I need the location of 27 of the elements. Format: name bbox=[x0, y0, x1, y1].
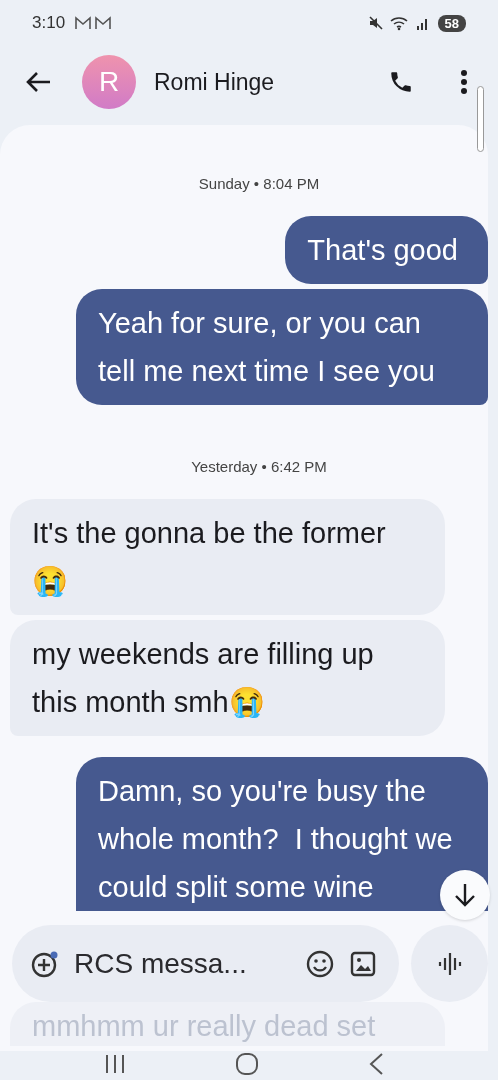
message-composer[interactable]: RCS messa... bbox=[12, 925, 399, 1002]
contact-name: Romi Hinge bbox=[154, 68, 275, 96]
image-icon[interactable] bbox=[349, 949, 377, 978]
sent-message[interactable]: Yeah for sure, or you can tell me next time I see you bbox=[76, 289, 488, 405]
sent-message[interactable]: Damn, so you're busy the whole month? I thought we could split some wine bbox=[76, 757, 488, 911]
signal-icon bbox=[415, 16, 430, 30]
mute-icon bbox=[367, 15, 384, 31]
emoji-icon[interactable] bbox=[305, 948, 335, 979]
wifi-icon bbox=[389, 15, 410, 31]
phone-icon[interactable] bbox=[388, 69, 414, 95]
received-message[interactable]: my weekends are filling up this month smh😭 bbox=[10, 620, 445, 736]
arrow-down-icon bbox=[454, 883, 476, 907]
message-input[interactable]: RCS messa... bbox=[74, 947, 291, 980]
status-time: 3:10 bbox=[32, 13, 66, 33]
battery-indicator: 58 bbox=[437, 14, 466, 32]
received-message[interactable]: It's the gonna be the former😭 bbox=[10, 499, 445, 615]
message-timestamp: Yesterday • 6:42 PM bbox=[190, 458, 328, 475]
back-icon[interactable] bbox=[26, 71, 52, 93]
waveform-icon bbox=[436, 950, 463, 977]
home-icon[interactable] bbox=[235, 1052, 259, 1076]
mail-icon bbox=[75, 16, 114, 30]
message-timestamp: Sunday • 8:04 PM bbox=[197, 175, 321, 192]
scrollbar[interactable] bbox=[477, 86, 484, 152]
back-nav-icon[interactable] bbox=[367, 1052, 384, 1076]
more-icon[interactable] bbox=[460, 69, 468, 95]
recent-apps-icon[interactable] bbox=[104, 1053, 127, 1075]
sent-message[interactable]: That's good bbox=[285, 216, 488, 284]
